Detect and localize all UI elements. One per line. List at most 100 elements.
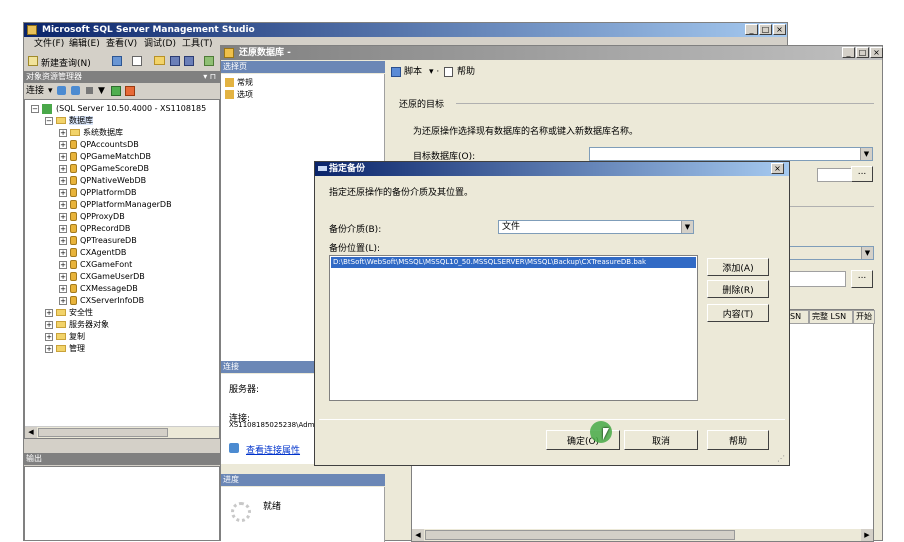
grid-header-sn[interactable]: SN xyxy=(787,310,809,324)
replication-node[interactable]: + 复制 xyxy=(45,331,85,342)
database-node[interactable]: + QPPlatformManagerDB xyxy=(59,199,172,210)
menu-debug[interactable]: 调试(D) xyxy=(144,38,176,51)
database-node[interactable]: + QPNativeWebDB xyxy=(59,175,146,186)
menu-tools[interactable]: 工具(T) xyxy=(182,38,224,51)
view-connection-properties-link[interactable]: 查看连接属性 xyxy=(246,443,300,456)
connect-button[interactable]: 连接 xyxy=(26,84,44,98)
browse-button-2[interactable]: ... xyxy=(851,270,873,288)
backup-location-list[interactable]: D:\BtSoft\WebSoft\MSSQL\MSSQL10_50.MSSQL… xyxy=(329,255,698,401)
expand-icon[interactable]: + xyxy=(59,272,67,281)
chevron-down-icon[interactable]: ▼ xyxy=(861,247,873,259)
new-file-icon[interactable] xyxy=(132,56,142,66)
database-node[interactable]: + CXAgentDB xyxy=(59,247,126,258)
filter-icon[interactable]: ▼ xyxy=(98,84,105,98)
script-button[interactable]: 脚本 xyxy=(404,64,422,80)
collapse-icon[interactable]: − xyxy=(45,116,53,125)
expand-icon[interactable]: + xyxy=(59,164,67,173)
grid-hscrollbar[interactable]: ◀ ▶ xyxy=(412,529,873,541)
page-general[interactable]: 常规 xyxy=(225,77,253,88)
menu-edit[interactable]: 编辑(E) xyxy=(69,38,100,51)
grid-header-start[interactable]: 开始 xyxy=(853,310,875,324)
backup-media-combo[interactable]: 文件 ▼ xyxy=(498,220,694,234)
scroll-left-icon[interactable]: ◀ xyxy=(412,529,424,541)
minimize-icon[interactable]: _ xyxy=(842,47,855,58)
database-node[interactable]: + QPAccountsDB xyxy=(59,139,139,150)
database-node[interactable]: + QPPlatformDB xyxy=(59,187,137,198)
refresh-icon[interactable] xyxy=(111,86,121,96)
connect-dropdown-icon[interactable]: ▾ xyxy=(48,84,53,98)
help-button[interactable]: 帮助 xyxy=(457,64,475,80)
add-button[interactable]: 添加(A) xyxy=(707,258,769,276)
save-all-icon[interactable] xyxy=(184,56,194,66)
disconnect-icon[interactable] xyxy=(71,86,80,95)
database-node[interactable]: + QPTreasureDB xyxy=(59,235,137,246)
close-icon[interactable]: × xyxy=(773,24,786,35)
cancel-button[interactable]: 取消 xyxy=(624,430,698,450)
menu-file[interactable]: 文件(F) xyxy=(34,38,64,51)
database-node[interactable]: + QPGameScoreDB xyxy=(59,163,149,174)
help-button[interactable]: 帮助 xyxy=(707,430,769,450)
disabled-combo[interactable]: ▼ xyxy=(786,246,874,260)
expand-icon[interactable]: + xyxy=(45,308,53,317)
expand-icon[interactable]: + xyxy=(45,332,53,341)
contents-button[interactable]: 内容(T) xyxy=(707,304,769,322)
page-options[interactable]: 选项 xyxy=(225,89,253,100)
expand-icon[interactable]: + xyxy=(59,260,67,269)
target-db-combo[interactable]: ▼ xyxy=(589,147,873,161)
scroll-thumb[interactable] xyxy=(38,428,168,437)
collapse-icon[interactable]: − xyxy=(31,104,39,113)
expand-icon[interactable]: + xyxy=(59,296,67,305)
maximize-icon[interactable]: □ xyxy=(856,47,869,58)
database-node[interactable]: + QPProxyDB xyxy=(59,211,125,222)
expand-icon[interactable]: + xyxy=(59,224,67,233)
minimize-icon[interactable]: _ xyxy=(745,24,758,35)
security-node[interactable]: + 安全性 xyxy=(45,307,93,318)
expand-icon[interactable]: + xyxy=(59,128,67,137)
server-node[interactable]: − (SQL Server 10.50.4000 - XS1108185 xyxy=(31,103,206,114)
database-node[interactable]: + QPRecordDB xyxy=(59,223,130,234)
hidden-input-2[interactable] xyxy=(786,271,846,287)
expand-icon[interactable]: + xyxy=(59,248,67,257)
server-objects-node[interactable]: + 服务器对象 xyxy=(45,319,109,330)
expand-icon[interactable]: + xyxy=(59,188,67,197)
expand-icon[interactable]: + xyxy=(59,200,67,209)
scroll-left-icon[interactable]: ◀ xyxy=(25,427,37,438)
close-icon[interactable]: × xyxy=(870,47,883,58)
database-node[interactable]: + QPGameMatchDB xyxy=(59,151,151,162)
scroll-right-icon[interactable]: ▶ xyxy=(861,529,873,541)
folder-icon[interactable] xyxy=(154,56,165,65)
expand-icon[interactable]: + xyxy=(59,212,67,221)
connect-icon[interactable] xyxy=(57,86,66,95)
maximize-icon[interactable]: □ xyxy=(759,24,772,35)
scroll-thumb[interactable] xyxy=(425,530,735,540)
expand-icon[interactable]: + xyxy=(59,284,67,293)
expand-icon[interactable]: + xyxy=(59,140,67,149)
expand-icon[interactable]: + xyxy=(45,344,53,353)
expand-icon[interactable]: + xyxy=(59,152,67,161)
chevron-down-icon[interactable]: ▼ xyxy=(860,148,872,160)
databases-node[interactable]: − 数据库 xyxy=(45,115,93,126)
save-icon[interactable] xyxy=(170,56,180,66)
expand-icon[interactable]: + xyxy=(59,236,67,245)
database-node[interactable]: + CXGameUserDB xyxy=(59,271,145,282)
menu-view[interactable]: 查看(V) xyxy=(106,38,137,51)
pin-icon[interactable]: ▾ ⊓ xyxy=(203,71,216,83)
stop-icon[interactable] xyxy=(86,87,93,94)
chevron-down-icon[interactable]: ▼ xyxy=(681,221,693,233)
summary-icon[interactable] xyxy=(125,86,135,96)
grid-header-full-lsn[interactable]: 完整 LSN xyxy=(809,310,853,324)
remove-button[interactable]: 删除(R) xyxy=(707,280,769,298)
new-query-button[interactable]: 新建查询(N) xyxy=(41,56,91,69)
database-node[interactable]: + CXGameFont xyxy=(59,259,132,270)
database-node[interactable]: + CXMessageDB xyxy=(59,283,138,294)
browse-button-1[interactable]: ... xyxy=(851,166,873,182)
tree-hscrollbar[interactable]: ◀ xyxy=(25,426,219,438)
backup-location-item[interactable]: D:\BtSoft\WebSoft\MSSQL\MSSQL10_50.MSSQL… xyxy=(331,257,696,268)
expand-icon[interactable]: + xyxy=(59,176,67,185)
script-dropdown-icon[interactable]: ▾ · xyxy=(429,64,439,80)
system-databases-node[interactable]: + 系统数据库 xyxy=(59,127,123,138)
expand-icon[interactable]: + xyxy=(45,320,53,329)
activity-monitor-icon[interactable] xyxy=(204,56,214,66)
open-file-icon[interactable] xyxy=(112,56,122,66)
management-node[interactable]: + 管理 xyxy=(45,343,85,354)
